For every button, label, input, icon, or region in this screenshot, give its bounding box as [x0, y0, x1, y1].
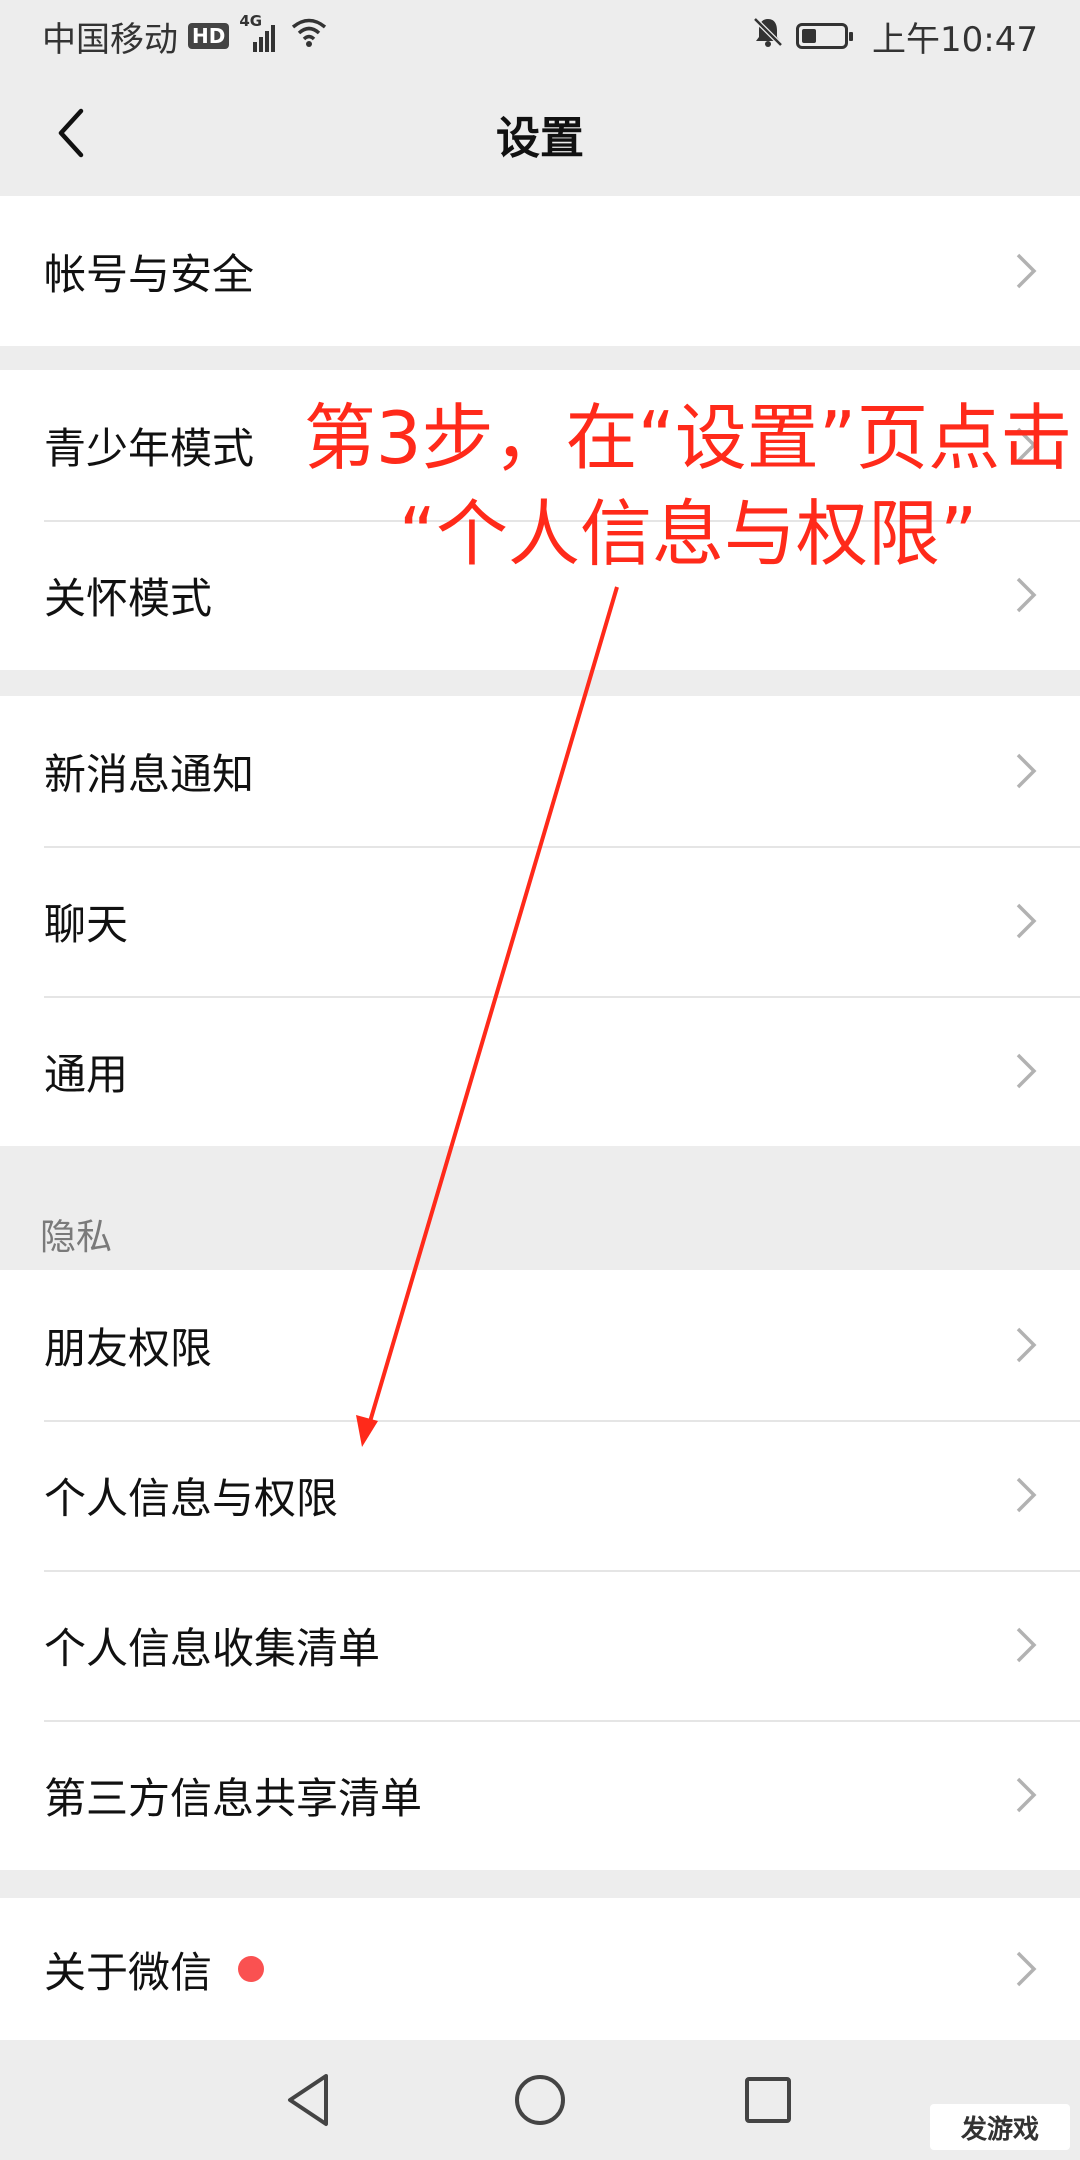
status-left: 中国移动 HD 4G: [42, 12, 329, 61]
settings-item-general[interactable]: 通用: [0, 996, 1080, 1146]
red-dot-badge: [238, 1956, 265, 1982]
settings-item-chat[interactable]: 聊天: [0, 846, 1080, 996]
chevron-right-icon: [1016, 1327, 1037, 1363]
chevron-right-icon: [1016, 1951, 1037, 1987]
annotation-line-1: 第3步，在“设置”页点击: [303, 396, 1073, 480]
back-triangle-icon[interactable]: [280, 2070, 340, 2130]
home-circle-icon[interactable]: [510, 2070, 570, 2130]
settings-group-privacy: 朋友权限 个人信息与权限 个人信息收集清单 第三方信息共享清单: [0, 1270, 1080, 1870]
clock: 上午10:47: [872, 19, 1038, 60]
chevron-right-icon: [1016, 1627, 1037, 1663]
mute-bell-icon: [750, 14, 786, 59]
signal-icon: 4G: [239, 12, 279, 54]
hd-icon: HD: [188, 23, 230, 49]
chevron-right-icon: [1016, 1777, 1037, 1813]
settings-item-personal-info-collection[interactable]: 个人信息收集清单: [0, 1570, 1080, 1720]
settings-item-label: 个人信息与权限: [44, 1473, 339, 1523]
chevron-right-icon: [1016, 753, 1037, 789]
settings-group-general: 新消息通知 聊天 通用: [0, 696, 1080, 1146]
status-right: 上午10:47: [750, 12, 1038, 61]
settings-item-account-security[interactable]: 帐号与安全: [0, 196, 1080, 346]
back-button[interactable]: [36, 98, 106, 168]
battery-fill: [802, 29, 817, 43]
battery-icon: [796, 23, 854, 49]
settings-item-label: 个人信息收集清单: [44, 1623, 381, 1673]
recents-square-icon[interactable]: [738, 2070, 798, 2130]
settings-item-third-party-sharing[interactable]: 第三方信息共享清单: [0, 1720, 1080, 1870]
settings-item-label: 朋友权限: [44, 1323, 213, 1373]
settings-item-label: 新消息通知: [44, 749, 255, 799]
page-title: 设置: [496, 113, 584, 164]
settings-item-label: 关怀模式: [44, 573, 213, 623]
chevron-left-icon: [58, 108, 84, 158]
settings-item-friend-permissions[interactable]: 朋友权限: [0, 1270, 1080, 1420]
chevron-right-icon: [1016, 253, 1037, 289]
network-type: 4G: [239, 12, 263, 30]
status-bar: 中国移动 HD 4G 上午10:47: [0, 0, 1080, 72]
settings-item-notifications[interactable]: 新消息通知: [0, 696, 1080, 846]
settings-item-label: 关于微信: [44, 1947, 213, 1997]
settings-item-personal-info-permissions[interactable]: 个人信息与权限: [0, 1420, 1080, 1570]
wifi-icon: [289, 16, 329, 57]
chevron-right-icon: [1016, 1477, 1037, 1513]
annotation-line-2: “个人信息与权限”: [398, 492, 978, 576]
watermark-logo: 发游戏: [930, 2104, 1070, 2150]
nav-bar: 设置: [0, 72, 1080, 196]
chevron-right-icon: [1016, 903, 1037, 939]
section-label-privacy: 隐私: [40, 1217, 113, 1258]
settings-item-label: 聊天: [44, 899, 129, 949]
settings-item-about-wechat[interactable]: 关于微信: [0, 1898, 1080, 2040]
settings-item-label: 第三方信息共享清单: [44, 1773, 423, 1823]
settings-item-label: 帐号与安全: [44, 249, 255, 299]
settings-item-label: 青少年模式: [44, 423, 255, 473]
settings-group-account: 帐号与安全: [0, 196, 1080, 346]
settings-item-label: 通用: [44, 1049, 129, 1099]
tutorial-annotation: 第3步，在“设置”页点击 “个人信息与权限”: [296, 390, 1080, 582]
chevron-right-icon: [1016, 1053, 1037, 1089]
settings-group-about: 关于微信: [0, 1898, 1080, 2040]
carrier-name: 中国移动: [42, 19, 178, 60]
system-nav-bar: [0, 2040, 1080, 2160]
